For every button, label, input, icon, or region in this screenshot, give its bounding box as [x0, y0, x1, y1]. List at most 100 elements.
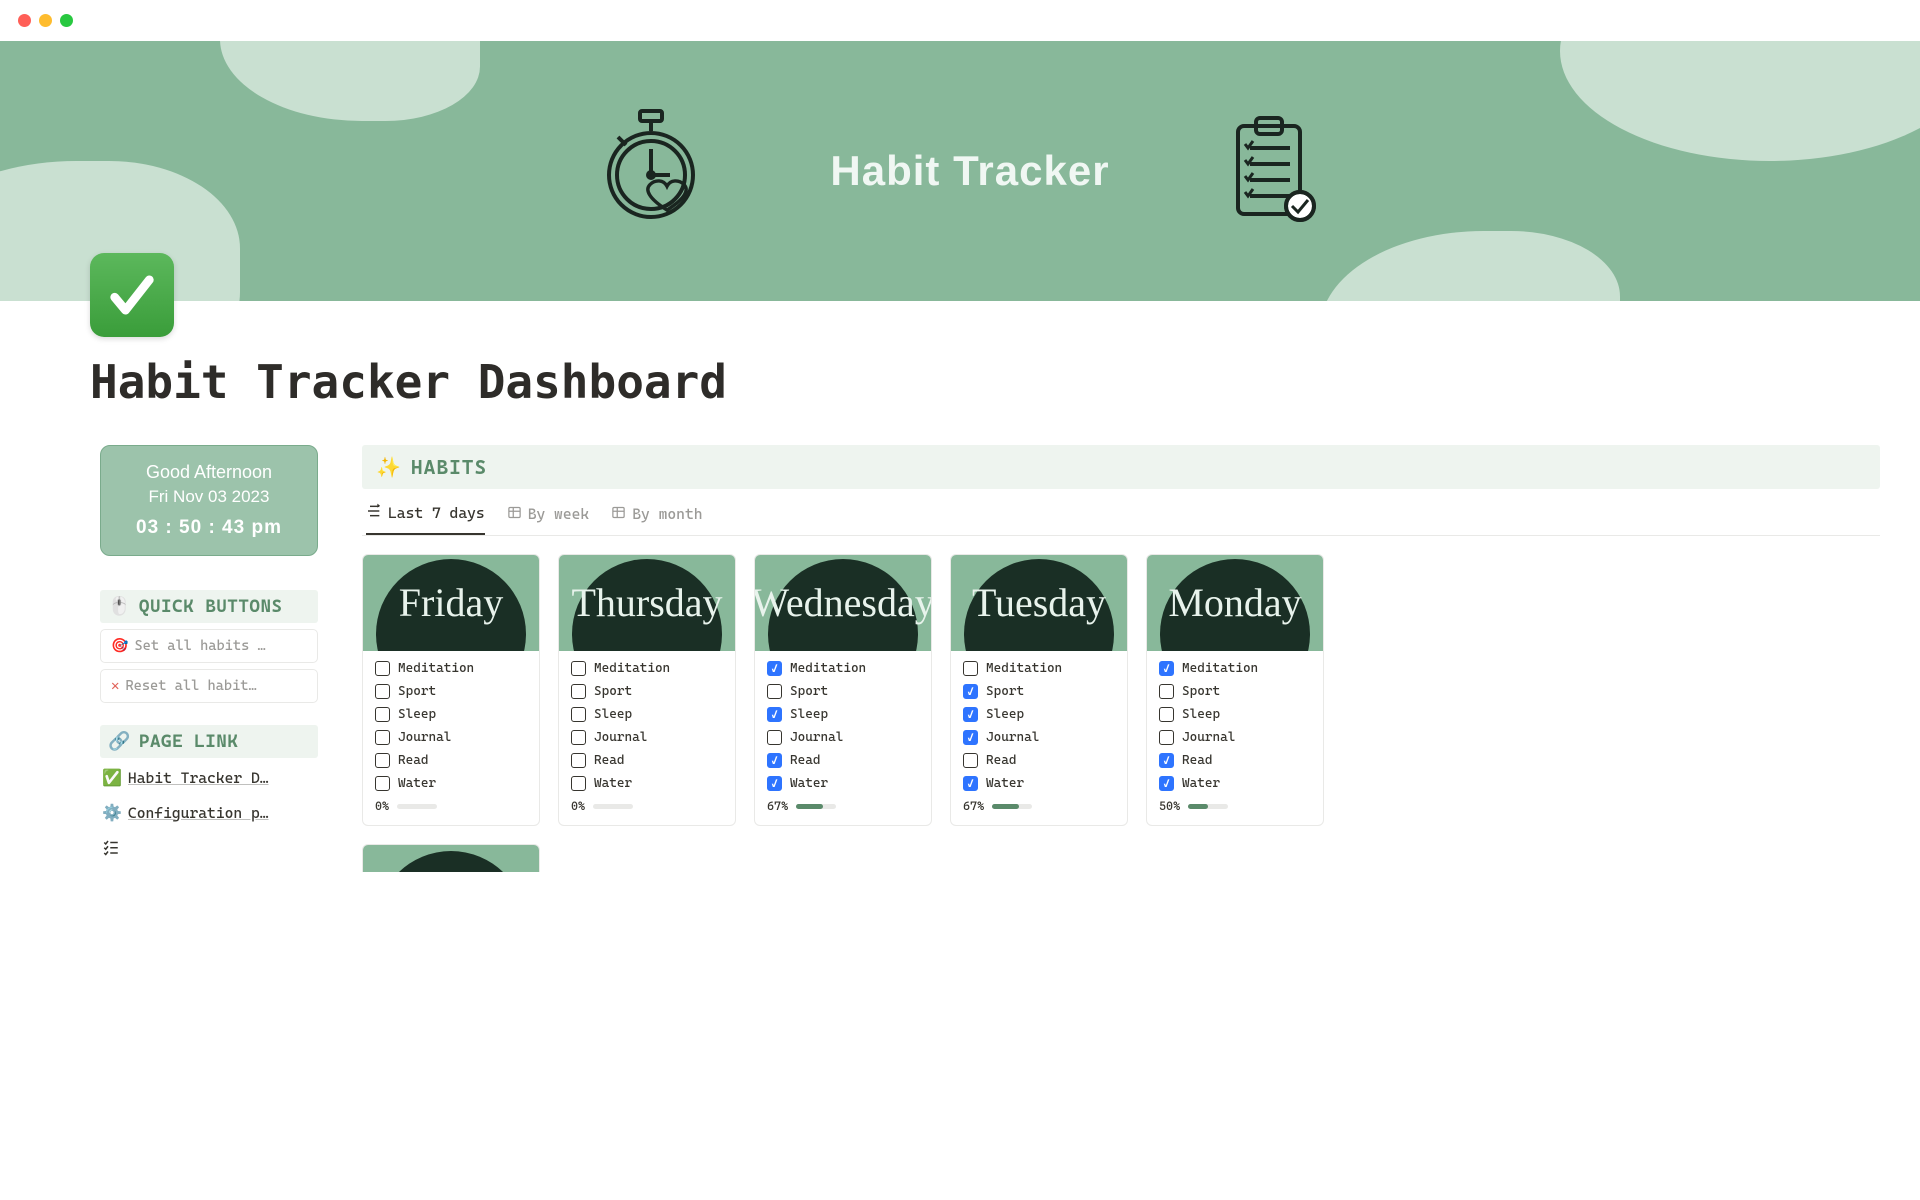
tab-label: By week: [528, 505, 590, 523]
habit-label: Sport: [1182, 684, 1220, 699]
habit-checkbox[interactable]: [1159, 684, 1174, 699]
habit-row: Sleep: [1159, 707, 1311, 722]
habit-checkbox[interactable]: [767, 730, 782, 745]
habit-row: ✓Water: [767, 776, 919, 791]
habit-label: Sleep: [594, 707, 632, 722]
habit-checkbox[interactable]: [571, 707, 586, 722]
reset-all-habits-button[interactable]: ✕ Reset all habit…: [100, 669, 318, 703]
habit-checkbox[interactable]: ✓: [1159, 753, 1174, 768]
progress-percent: 67%: [963, 799, 984, 813]
habit-checkbox[interactable]: [571, 730, 586, 745]
progress-percent: 50%: [1159, 799, 1180, 813]
habit-row: Sleep: [571, 707, 723, 722]
habit-checkbox[interactable]: [1159, 730, 1174, 745]
progress-percent: 67%: [767, 799, 788, 813]
habit-label: Water: [986, 776, 1024, 791]
habit-checkbox[interactable]: ✓: [963, 707, 978, 722]
tab-by-month[interactable]: By month: [611, 503, 702, 535]
day-cards-row-2: [362, 844, 1880, 872]
day-card-body: MeditationSportSleepJournalReadWater0%: [559, 651, 735, 825]
habit-checkbox[interactable]: [375, 753, 390, 768]
habit-label: Water: [594, 776, 632, 791]
habit-row: Journal: [767, 730, 919, 745]
set-all-habits-button[interactable]: 🎯 Set all habits …: [100, 629, 318, 663]
stopwatch-icon: [600, 109, 710, 233]
close-window-button[interactable]: [18, 14, 31, 27]
checklist-icon: [102, 838, 120, 860]
habit-checkbox[interactable]: ✓: [963, 730, 978, 745]
habit-label: Meditation: [1182, 661, 1258, 676]
quick-buttons-header: 🖱️ QUICK BUTTONS: [100, 590, 318, 623]
link-label: Configuration p…: [128, 804, 269, 822]
habit-checkbox[interactable]: [767, 684, 782, 699]
habit-row: Journal: [571, 730, 723, 745]
page-link-dashboard[interactable]: ✅ Habit Tracker D…: [100, 762, 318, 793]
main-area: ✨ HABITS Last 7 days By week By month: [362, 445, 1880, 872]
day-card-body: Meditation✓Sport✓Sleep✓JournalRead✓Water…: [951, 651, 1127, 825]
page-title[interactable]: Habit Tracker Dashboard: [90, 355, 1920, 409]
tab-last-7-days[interactable]: Last 7 days: [366, 503, 485, 535]
day-card-header: Wednesday: [755, 555, 931, 651]
sidebar: Good Afternoon Fri Nov 03 2023 03 : 50 :…: [100, 445, 318, 866]
tab-by-week[interactable]: By week: [507, 503, 590, 535]
habit-checkbox[interactable]: [571, 684, 586, 699]
habit-checkbox[interactable]: ✓: [767, 661, 782, 676]
page-icon[interactable]: [90, 253, 174, 337]
habit-checkbox[interactable]: [375, 684, 390, 699]
habit-row: Sport: [571, 684, 723, 699]
habit-checkbox[interactable]: [375, 661, 390, 676]
habit-checkbox[interactable]: [963, 753, 978, 768]
day-card[interactable]: Wednesday✓MeditationSport✓SleepJournal✓R…: [754, 554, 932, 826]
habit-checkbox[interactable]: ✓: [767, 776, 782, 791]
progress-bar: [992, 804, 1115, 809]
clock-widget: Good Afternoon Fri Nov 03 2023 03 : 50 :…: [100, 445, 318, 556]
day-card[interactable]: Monday✓MeditationSportSleepJournal✓Read✓…: [1146, 554, 1324, 826]
habit-checkbox[interactable]: [571, 661, 586, 676]
day-card-body: ✓MeditationSport✓SleepJournal✓Read✓Water…: [755, 651, 931, 825]
list-icon: [366, 503, 382, 523]
habit-row: Water: [571, 776, 723, 791]
link-icon: 🔗: [108, 731, 131, 752]
habit-label: Journal: [986, 730, 1039, 745]
habit-checkbox[interactable]: [375, 776, 390, 791]
habits-section-header[interactable]: ✨ HABITS: [362, 445, 1880, 489]
habit-checkbox[interactable]: ✓: [1159, 661, 1174, 676]
check-icon: ✅: [102, 768, 122, 787]
habit-checkbox[interactable]: [571, 776, 586, 791]
progress-percent: 0%: [571, 799, 585, 813]
habit-label: Sport: [986, 684, 1024, 699]
banner-title: Habit Tracker: [830, 147, 1109, 195]
habit-checkbox[interactable]: [571, 753, 586, 768]
day-card-header: Friday: [363, 555, 539, 651]
habit-row: ✓Read: [1159, 753, 1311, 768]
maximize-window-button[interactable]: [60, 14, 73, 27]
habit-label: Sport: [398, 684, 436, 699]
habit-checkbox[interactable]: [375, 730, 390, 745]
mouse-icon: 🖱️: [108, 596, 131, 617]
habit-checkbox[interactable]: ✓: [767, 753, 782, 768]
habit-checkbox[interactable]: [375, 707, 390, 722]
page-link-configuration[interactable]: ⚙️ Configuration p…: [100, 797, 318, 828]
day-card-partial[interactable]: [362, 844, 540, 872]
day-card-header: Tuesday: [951, 555, 1127, 651]
hero-banner: Habit Tracker: [0, 41, 1920, 301]
day-card-body: MeditationSportSleepJournalReadWater0%: [363, 651, 539, 825]
habit-label: Water: [1182, 776, 1220, 791]
habit-label: Sleep: [1182, 707, 1220, 722]
day-name: Tuesday: [972, 583, 1106, 623]
habit-checkbox[interactable]: [963, 661, 978, 676]
habit-checkbox[interactable]: ✓: [963, 776, 978, 791]
habit-checkbox[interactable]: ✓: [767, 707, 782, 722]
habit-label: Read: [986, 753, 1016, 768]
habit-row: Sport: [375, 684, 527, 699]
page-link-checklist[interactable]: [100, 832, 318, 866]
habit-checkbox[interactable]: ✓: [963, 684, 978, 699]
habit-checkbox[interactable]: ✓: [1159, 776, 1174, 791]
day-card[interactable]: ThursdayMeditationSportSleepJournalReadW…: [558, 554, 736, 826]
minimize-window-button[interactable]: [39, 14, 52, 27]
day-card[interactable]: FridayMeditationSportSleepJournalReadWat…: [362, 554, 540, 826]
habit-label: Journal: [1182, 730, 1235, 745]
day-card[interactable]: TuesdayMeditation✓Sport✓Sleep✓JournalRea…: [950, 554, 1128, 826]
habit-checkbox[interactable]: [1159, 707, 1174, 722]
day-name: Wednesday: [755, 583, 931, 623]
